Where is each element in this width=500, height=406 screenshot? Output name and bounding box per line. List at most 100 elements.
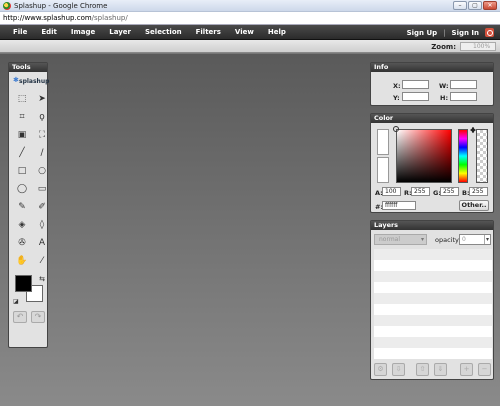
move-layer-up-icon[interactable]: ⇧ (416, 363, 429, 376)
layer-buttons: ⚙ ⇩ ⇧ ⇓ + − (374, 363, 492, 377)
layer-list[interactable] (374, 249, 492, 359)
ellipse-icon[interactable]: ○ (35, 164, 49, 177)
r-input[interactable]: 255 (411, 187, 430, 196)
lasso-icon[interactable]: ϙ (35, 110, 49, 123)
blend-mode-select[interactable]: normal (374, 234, 427, 245)
layer-row (374, 260, 492, 271)
layer-row (374, 249, 492, 260)
layer-row (374, 348, 492, 359)
foreground-color-swatch[interactable] (15, 275, 32, 292)
info-panel: Info X: Y: W: H: (370, 62, 494, 106)
y-field (402, 92, 429, 101)
undo-button[interactable]: ↶ (13, 311, 27, 323)
browser-titlebar: Splashup - Google Chrome – ▢ ✕ (0, 0, 500, 12)
a-input[interactable]: 100 (382, 187, 401, 196)
minimize-button[interactable]: – (453, 1, 467, 10)
zoom-select[interactable]: 100% (460, 42, 496, 51)
layer-row (374, 271, 492, 282)
merge-down-icon[interactable]: ⇩ (392, 363, 405, 376)
tools-panel-title: Tools (9, 63, 47, 72)
alpha-marker-icon[interactable] (472, 127, 476, 133)
marquee-rect-icon[interactable]: ⬚ (15, 92, 29, 105)
w-field (450, 80, 477, 89)
tools-panel: Tools ✱ splashup ⬚ ➤ ⌗ ϙ ▣ ⛶ ╱ ∕ □ ○ ◯ ▭… (8, 62, 49, 348)
zoom-bar: Zoom: 100% (0, 40, 500, 53)
layers-panel-title: Layers (371, 221, 493, 230)
power-icon[interactable] (485, 28, 494, 37)
hex-input[interactable]: ffffff (382, 201, 416, 210)
layers-panel: Layers normal opacity: 0 ⚙ ⇩ ⇧ ⇓ + − (370, 220, 494, 380)
opacity-label: opacity: (435, 236, 461, 244)
color-panel: Color A: 100 R: 255 G: 255 B: 255 #: fff… (370, 113, 494, 213)
url-text: http://www.splashup.com/splashup/ (3, 14, 128, 22)
magic-select-icon[interactable]: ⛶ (35, 128, 49, 141)
menu-layer[interactable]: Layer (109, 28, 131, 36)
address-bar[interactable]: http://www.splashup.com/splashup/ (0, 12, 500, 25)
menu-image[interactable]: Image (71, 28, 95, 36)
layer-properties-icon[interactable]: ⚙ (374, 363, 387, 376)
window-title: Splashup - Google Chrome (14, 2, 108, 10)
rounded-rect-icon[interactable]: ◯ (15, 182, 29, 195)
close-button[interactable]: ✕ (483, 1, 497, 10)
alpha-slider[interactable] (476, 129, 488, 183)
account-links: Sign Up | Sign In (407, 28, 494, 37)
info-panel-title: Info (371, 63, 493, 72)
text-icon[interactable]: A (35, 236, 49, 249)
transform-icon[interactable]: ▣ (15, 128, 29, 141)
fill-icon[interactable]: ◈ (15, 218, 29, 231)
pencil-icon[interactable]: ╱ (15, 146, 29, 159)
menu-edit[interactable]: Edit (41, 28, 57, 36)
menu-help[interactable]: Help (268, 28, 286, 36)
hand-icon[interactable]: ✋ (15, 254, 29, 267)
g-input[interactable]: 255 (440, 187, 459, 196)
history-controls: ↶ ↷ (13, 311, 47, 323)
previous-color-swatch[interactable] (377, 157, 389, 183)
splashup-logo: ✱ splashup (13, 76, 49, 86)
redo-button[interactable]: ↷ (31, 311, 45, 323)
window-controls: – ▢ ✕ (453, 1, 497, 10)
y-label: Y: (393, 94, 400, 102)
move-layer-down-icon[interactable]: ⇓ (434, 363, 447, 376)
crop-icon[interactable]: ⌗ (15, 110, 29, 123)
eraser-icon[interactable]: ◊ (35, 218, 49, 231)
color-panel-title: Color (371, 114, 493, 123)
other-color-button[interactable]: Other.. (459, 200, 489, 211)
current-color-swatch[interactable] (377, 129, 389, 155)
zoom-label: Zoom: (431, 43, 456, 51)
tool-grid: ⬚ ➤ ⌗ ϙ ▣ ⛶ ╱ ∕ □ ○ ◯ ▭ ✎ ✐ ◈ ◊ ✇ A ✋ ⁄ (15, 92, 47, 267)
brush-icon[interactable]: ✎ (15, 200, 29, 213)
rounded-rect-alt-icon[interactable]: ▭ (35, 182, 49, 195)
move-icon[interactable]: ➤ (35, 92, 49, 105)
sign-up-link[interactable]: Sign Up (407, 29, 438, 37)
h-label: H: (440, 94, 449, 102)
w-label: W: (439, 82, 449, 90)
maximize-button[interactable]: ▢ (468, 1, 482, 10)
delete-layer-icon[interactable]: − (478, 363, 491, 376)
x-label: X: (393, 82, 401, 90)
opacity-select[interactable]: 0 (459, 234, 491, 245)
menu-view[interactable]: View (235, 28, 254, 36)
b-input[interactable]: 255 (469, 187, 488, 196)
rectangle-icon[interactable]: □ (15, 164, 29, 177)
saturation-value-field[interactable] (396, 129, 452, 183)
chrome-favicon-icon (3, 2, 11, 10)
clone-icon[interactable]: ✇ (15, 236, 29, 249)
reset-colors-icon[interactable]: ◪ (13, 298, 19, 305)
menu-filters[interactable]: Filters (196, 28, 221, 36)
swap-colors-icon[interactable]: ⇆ (39, 275, 45, 283)
color-picker-handle[interactable] (393, 126, 399, 132)
app-menubar: File Edit Image Layer Selection Filters … (0, 25, 500, 40)
hue-slider[interactable] (458, 129, 468, 183)
layer-row (374, 293, 492, 304)
layer-row (374, 315, 492, 326)
menu-file[interactable]: File (13, 28, 27, 36)
eyedropper-icon[interactable]: ⁄ (35, 254, 49, 267)
line-icon[interactable]: ∕ (35, 146, 49, 159)
menu-selection[interactable]: Selection (145, 28, 182, 36)
add-layer-icon[interactable]: + (460, 363, 473, 376)
logo-text: splashup (19, 78, 50, 85)
smudge-icon[interactable]: ✐ (35, 200, 49, 213)
main-menu: File Edit Image Layer Selection Filters … (13, 28, 286, 36)
sign-in-link[interactable]: Sign In (452, 29, 479, 37)
color-swatches: ⇆ ◪ (13, 275, 45, 305)
